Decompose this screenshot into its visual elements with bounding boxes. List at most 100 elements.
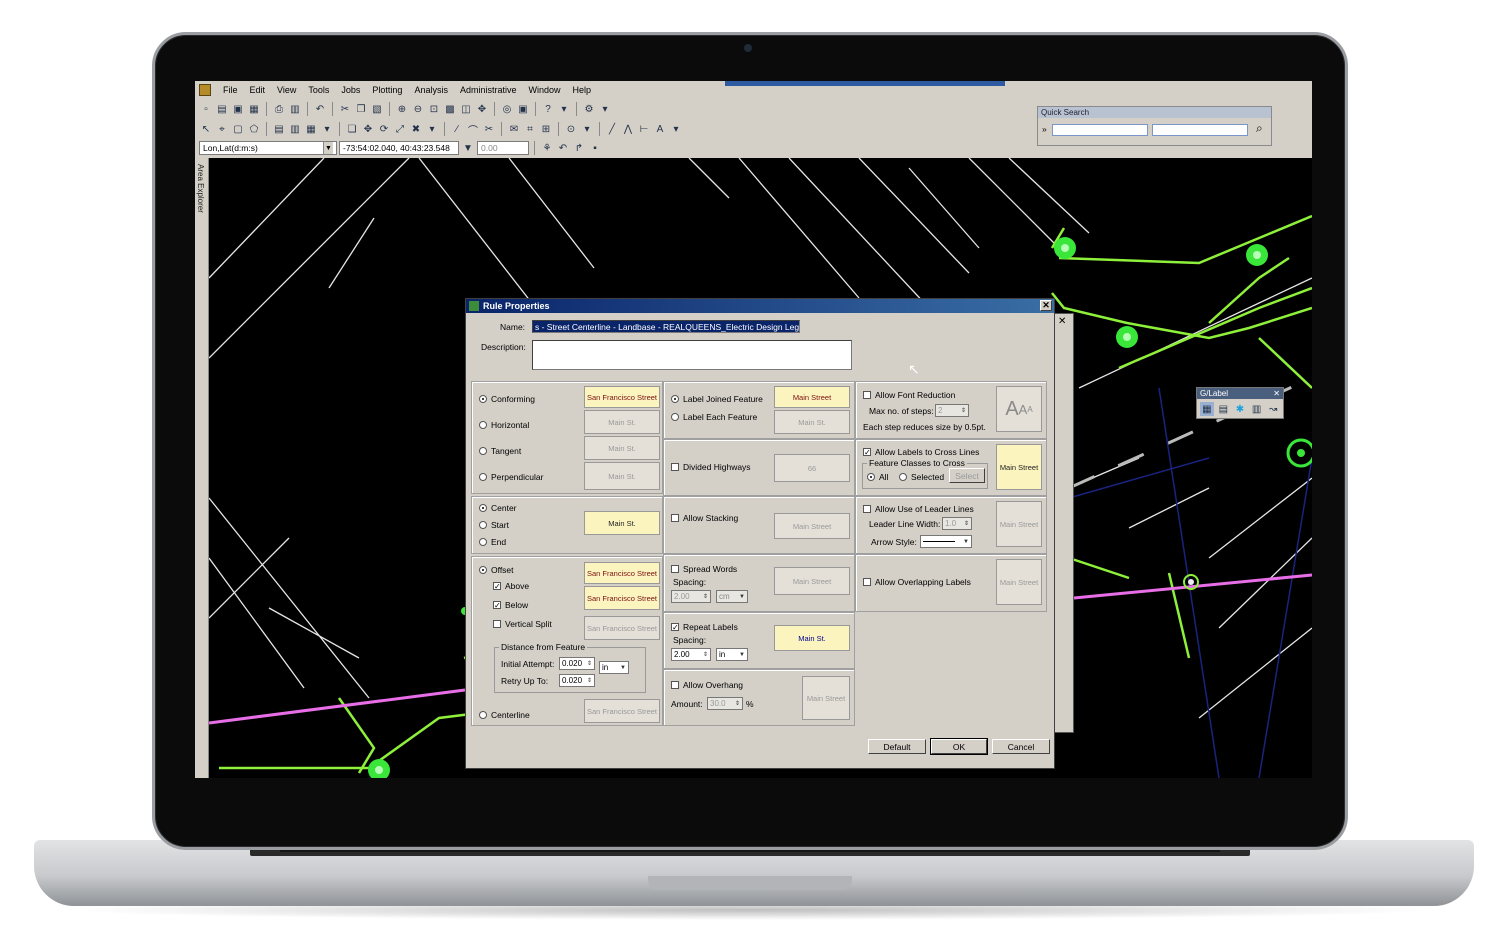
dropdown-arrow-icon[interactable]: ▾ bbox=[425, 122, 439, 136]
offset-option[interactable]: Offset bbox=[479, 565, 514, 575]
line-tool-icon[interactable]: ∕ bbox=[450, 122, 464, 136]
arc-tool-icon[interactable]: ⌒ bbox=[466, 122, 480, 137]
label-move-icon[interactable]: ↝ bbox=[1266, 402, 1280, 416]
allow-font-reduction-option[interactable]: Allow Font Reduction bbox=[863, 390, 955, 400]
redo-small-icon[interactable]: ↱ bbox=[572, 141, 586, 155]
area-explorer-tab[interactable]: Area Explorer bbox=[195, 158, 209, 778]
draw-offset-icon[interactable]: ⊢ bbox=[637, 122, 651, 136]
undo-icon[interactable]: ↶ bbox=[313, 102, 327, 116]
centerline-radio[interactable] bbox=[479, 711, 487, 719]
scale-feature-icon[interactable]: ⤢ bbox=[393, 122, 407, 136]
repeat-labels-option[interactable]: ✓ Repeat Labels bbox=[671, 622, 738, 632]
quick-search-type-select[interactable] bbox=[1052, 124, 1148, 136]
paste-icon[interactable]: ▧ bbox=[370, 102, 384, 116]
coordinate-input[interactable]: -73:54:02.040, 40:43:23.548 bbox=[339, 141, 459, 155]
camera-icon[interactable]: ▣ bbox=[516, 102, 530, 116]
spinner-arrows-icon[interactable]: ⇕ bbox=[961, 407, 966, 414]
cross-lines-option[interactable]: ✓ Allow Labels to Cross Lines bbox=[863, 447, 979, 457]
repeat-unit-select[interactable]: in ▼ bbox=[716, 648, 748, 661]
new-icon[interactable]: ▫ bbox=[199, 102, 213, 116]
dropdown-arrow-icon[interactable]: ▾ bbox=[320, 122, 334, 136]
spinner-arrows-icon[interactable]: ⇕ bbox=[964, 520, 969, 527]
tangent-radio[interactable] bbox=[479, 447, 487, 455]
perpendicular-option[interactable]: Perpendicular bbox=[479, 472, 543, 482]
glabel-close-icon[interactable]: ✕ bbox=[1273, 388, 1280, 399]
spinner-arrows-icon[interactable]: ⇕ bbox=[587, 677, 592, 684]
name-field[interactable]: s - Street Centerline - Landbase - REALQ… bbox=[532, 320, 800, 333]
cross-selected-option[interactable]: Selected bbox=[899, 472, 944, 482]
layer-icon[interactable]: ▤ bbox=[272, 122, 286, 136]
arrow-style-select[interactable]: ▼ bbox=[920, 535, 972, 548]
layer-list-icon[interactable]: ▦ bbox=[304, 122, 318, 136]
spinner-arrows-icon[interactable]: ⇕ bbox=[703, 593, 708, 600]
properties-icon[interactable]: ▪ bbox=[588, 141, 602, 155]
label-each-radio[interactable] bbox=[671, 413, 679, 421]
undo-small-icon[interactable]: ↶ bbox=[556, 141, 570, 155]
zoom-extents-icon[interactable]: ⊡ bbox=[427, 102, 441, 116]
cross-lines-checkbox[interactable]: ✓ bbox=[863, 448, 871, 457]
allow-overhang-option[interactable]: Allow Overhang bbox=[671, 680, 743, 690]
select-box-icon[interactable]: ▢ bbox=[231, 122, 245, 136]
below-option[interactable]: ✓ Below bbox=[493, 600, 528, 610]
background-close-icon[interactable]: ✕ bbox=[1058, 316, 1066, 327]
network-icon[interactable]: ⚘ bbox=[540, 141, 554, 155]
vertical-split-checkbox[interactable] bbox=[493, 620, 501, 628]
rotate-feature-icon[interactable]: ⟳ bbox=[377, 122, 391, 136]
spinner-arrows-icon[interactable]: ⇕ bbox=[735, 700, 740, 707]
allow-stacking-option[interactable]: Allow Stacking bbox=[671, 513, 738, 523]
quick-search-input[interactable] bbox=[1152, 124, 1248, 136]
menu-help[interactable]: Help bbox=[567, 85, 598, 95]
horizontal-radio[interactable] bbox=[479, 421, 487, 429]
menu-file[interactable]: File bbox=[217, 85, 244, 95]
select-polygon-icon[interactable]: ⬠ bbox=[247, 122, 261, 136]
select-pointer-icon[interactable]: ↖ bbox=[199, 122, 213, 136]
cross-all-radio[interactable] bbox=[867, 473, 875, 481]
label-each-option[interactable]: Label Each Feature bbox=[671, 412, 757, 422]
leader-width-spinner[interactable]: 1.0 ⇕ bbox=[942, 517, 972, 530]
place-text-icon[interactable]: A bbox=[653, 122, 667, 136]
spread-unit-select[interactable]: cm ▼ bbox=[716, 590, 748, 603]
centerline-option[interactable]: Centerline bbox=[479, 710, 530, 720]
cancel-button[interactable]: Cancel bbox=[992, 739, 1050, 754]
cross-selected-radio[interactable] bbox=[899, 473, 907, 481]
max-steps-spinner[interactable]: 2 ⇕ bbox=[935, 404, 969, 417]
allow-stacking-checkbox[interactable] bbox=[671, 514, 679, 522]
dialog-close-button[interactable]: ✕ bbox=[1040, 300, 1052, 311]
overhang-amount-spinner[interactable]: 30.0 ⇕ bbox=[707, 697, 743, 710]
menu-tools[interactable]: Tools bbox=[302, 85, 335, 95]
open-icon[interactable]: ▤ bbox=[215, 102, 229, 116]
label-settings-icon[interactable]: ✱ bbox=[1233, 402, 1247, 416]
cross-all-option[interactable]: All bbox=[867, 472, 888, 482]
allow-font-reduction-checkbox[interactable] bbox=[863, 391, 871, 399]
label-edit-icon[interactable]: ▥ bbox=[1250, 402, 1264, 416]
label-joined-radio[interactable] bbox=[671, 395, 679, 403]
delete-feature-icon[interactable]: ✖ bbox=[409, 122, 423, 136]
copy-icon[interactable]: ❐ bbox=[354, 102, 368, 116]
select-feature-icon[interactable]: ⌖ bbox=[215, 122, 229, 136]
retry-spinner[interactable]: 0.020 ⇕ bbox=[559, 674, 595, 687]
chevron-down-icon[interactable]: ▼ bbox=[461, 141, 475, 155]
attribute-icon[interactable]: ⚙ bbox=[582, 102, 596, 116]
elevation-input[interactable]: 0.00 bbox=[477, 141, 529, 155]
graph-icon[interactable]: ⌗ bbox=[523, 122, 537, 136]
label-place-icon[interactable]: ▤ bbox=[1217, 402, 1231, 416]
description-field[interactable] bbox=[532, 340, 852, 370]
repeat-spacing-spinner[interactable]: 2.00 ⇕ bbox=[671, 648, 711, 661]
divided-highways-option[interactable]: Divided Highways bbox=[671, 462, 751, 472]
above-checkbox[interactable]: ✓ bbox=[493, 582, 501, 591]
tangent-option[interactable]: Tangent bbox=[479, 446, 521, 456]
initial-attempt-spinner[interactable]: 0.020 ⇕ bbox=[559, 657, 595, 670]
menu-analysis[interactable]: Analysis bbox=[408, 85, 454, 95]
vertical-split-option[interactable]: Vertical Split bbox=[493, 619, 552, 629]
zoom-window-icon[interactable]: ▩ bbox=[443, 102, 457, 116]
select-classes-button[interactable]: Select bbox=[949, 468, 985, 483]
dropdown-arrow-icon[interactable]: ▾ bbox=[557, 102, 571, 116]
cut-icon[interactable]: ✂ bbox=[338, 102, 352, 116]
allow-overhang-checkbox[interactable] bbox=[671, 681, 679, 689]
divided-highways-checkbox[interactable] bbox=[671, 463, 679, 471]
offset-radio[interactable] bbox=[479, 566, 487, 574]
zoom-out-icon[interactable]: ⊖ bbox=[411, 102, 425, 116]
end-option[interactable]: End bbox=[479, 537, 506, 547]
overlapping-labels-option[interactable]: Allow Overlapping Labels bbox=[863, 577, 971, 587]
horizontal-option[interactable]: Horizontal bbox=[479, 420, 529, 430]
